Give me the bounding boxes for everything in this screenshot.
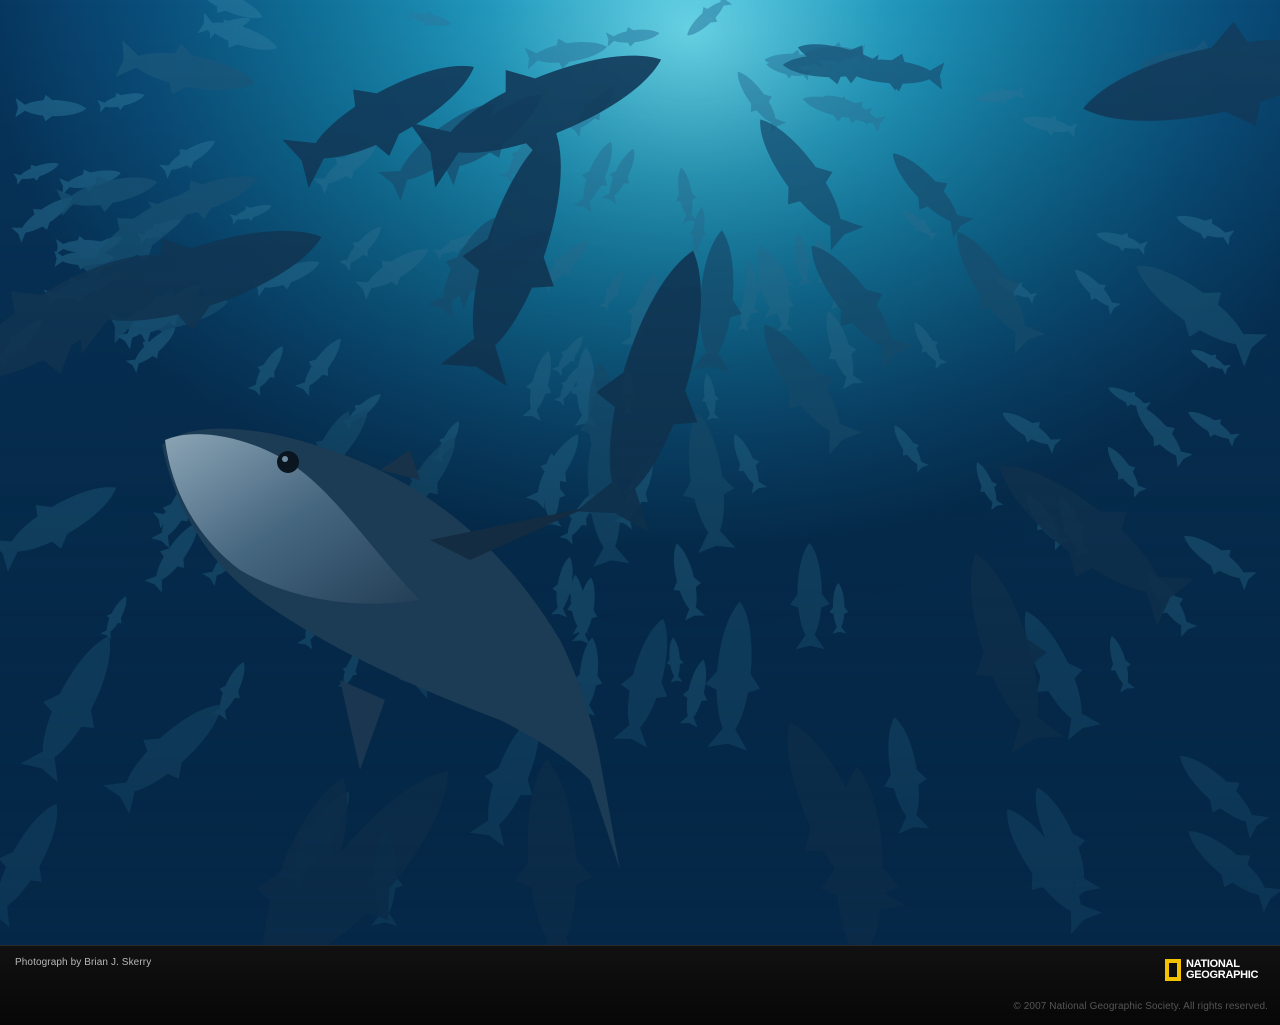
yellow-frame-icon — [1165, 959, 1181, 981]
photo-credit: Photograph by Brian J. Skerry — [15, 957, 152, 968]
copyright-notice: © 2007 National Geographic Society. All … — [1013, 1001, 1268, 1012]
caption-bar: Photograph by Brian J. Skerry NATIONAL G… — [0, 945, 1280, 1025]
logo-line-2: GEOGRAPHIC — [1186, 969, 1259, 981]
national-geographic-logo[interactable]: NATIONAL GEOGRAPHIC — [1165, 956, 1258, 984]
tuna-school-photo — [0, 0, 1280, 945]
logo-wordmark: NATIONAL GEOGRAPHIC — [1186, 959, 1258, 981]
fish-school-illustration — [0, 0, 1280, 945]
